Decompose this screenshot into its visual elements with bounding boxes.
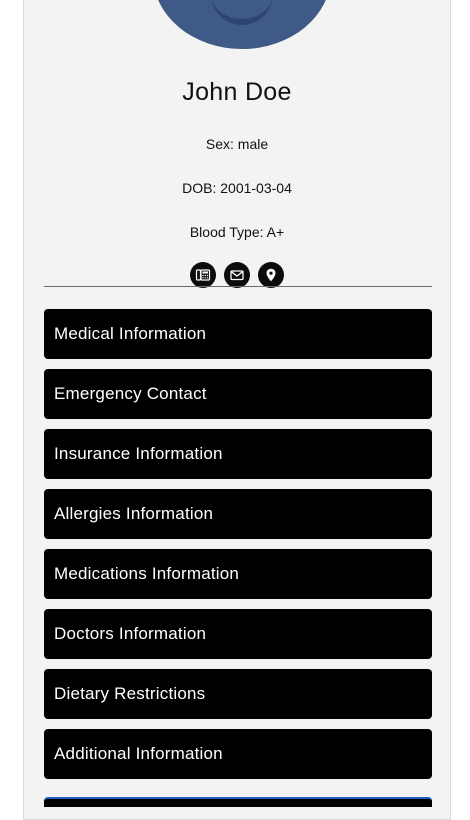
section-allergies-information[interactable]: Allergies Information (44, 489, 432, 539)
section-additional-information[interactable]: Additional Information (44, 729, 432, 779)
section-divider (44, 286, 432, 287)
section-dietary-restrictions[interactable]: Dietary Restrictions (44, 669, 432, 719)
profile-avatar (153, 0, 331, 49)
location-pin-icon[interactable] (258, 262, 284, 288)
profile-card: John Doe Sex: male DOB: 2001-03-04 Blood… (23, 0, 451, 820)
profile-blood-type: Blood Type: A+ (189, 224, 285, 240)
section-medications-information[interactable]: Medications Information (44, 549, 432, 599)
section-emergency-contact[interactable]: Emergency Contact (44, 369, 432, 419)
section-insurance-information[interactable]: Insurance Information (44, 429, 432, 479)
profile-name: John Doe (182, 78, 292, 106)
profile-sex: Sex: male (205, 136, 269, 152)
mail-icon[interactable] (224, 262, 250, 288)
section-doctors-information[interactable]: Doctors Information (44, 609, 432, 659)
profile-dob: DOB: 2001-03-04 (182, 180, 292, 196)
phone-icon[interactable] (190, 262, 216, 288)
section-medical-information[interactable]: Medical Information (44, 309, 432, 359)
contact-icons (24, 262, 450, 288)
